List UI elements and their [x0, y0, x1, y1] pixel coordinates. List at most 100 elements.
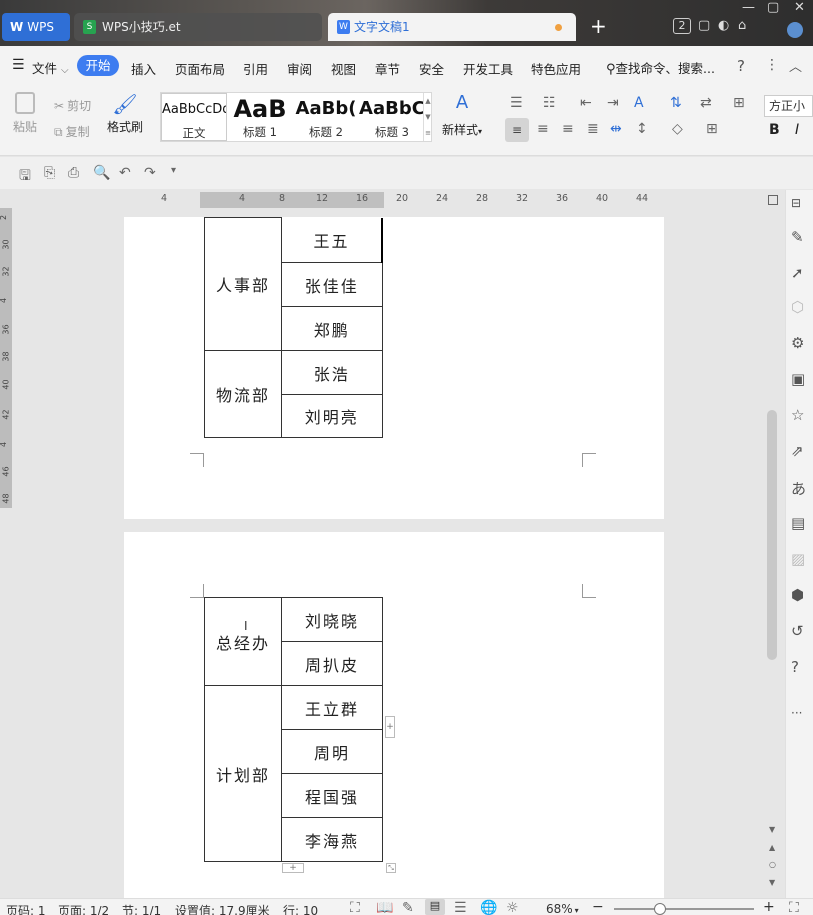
distribute-icon[interactable]: ⇹ [610, 121, 622, 137]
person-cell[interactable]: 郑鹏 [281, 306, 383, 351]
skin-icon[interactable]: ◐ [718, 18, 729, 33]
menu-developer[interactable]: 开发工具 [463, 59, 513, 78]
numbered-list-icon[interactable]: ☷ [543, 95, 556, 111]
dept-cell[interactable]: 物流部 [204, 350, 282, 438]
menu-insert[interactable]: 插入 [131, 59, 156, 78]
italic-button[interactable]: I [795, 122, 799, 138]
help-icon[interactable]: ? [737, 57, 745, 75]
person-cell[interactable]: 李海燕 [281, 817, 383, 862]
page1-org-table[interactable]: 人事部 王五 张佳佳 郑鹏 物流部 张浩 刘明亮 [204, 217, 383, 438]
dept-cell[interactable]: 人事部 [204, 217, 282, 351]
align-left-button[interactable]: ≡ [505, 118, 529, 142]
new-style-button[interactable]: A 新样式▾ [440, 92, 484, 142]
restore-button[interactable]: ▢ [767, 0, 779, 15]
menu-start[interactable]: 开始 [77, 55, 119, 76]
undo-icon[interactable]: ↶ [119, 165, 131, 181]
zoom-slider-thumb[interactable] [654, 903, 666, 915]
help-circle-icon[interactable]: ? [791, 658, 799, 676]
bold-button[interactable]: B [769, 122, 780, 138]
status-page-number[interactable]: 页码: 1 [6, 902, 46, 915]
redo-icon[interactable]: ↷ [144, 165, 156, 181]
minimize-button[interactable]: — [742, 0, 755, 15]
person-cell[interactable]: 程国强 [281, 773, 383, 818]
dept-cell[interactable]: 计划部 [204, 685, 282, 862]
zoom-slider-track[interactable] [614, 908, 754, 910]
print-preview-icon[interactable]: 🔍 [93, 165, 110, 181]
avatar[interactable] [787, 22, 803, 38]
page-2[interactable]: 总经办 刘晓晓 周扒皮 计划部 王立群 周明 程国强 李海燕 + + ⤡ I [124, 532, 664, 898]
decrease-indent-icon[interactable]: ⇤ [580, 95, 592, 111]
scroll-down-icon[interactable]: ▼ [769, 825, 775, 834]
justify-icon[interactable]: ≣ [587, 121, 599, 137]
pen-icon[interactable]: ✎ [791, 228, 804, 246]
menu-security[interactable]: 安全 [419, 59, 444, 78]
menu-file[interactable]: 文件 ⌵ [32, 58, 69, 77]
collapse-ribbon-icon[interactable]: ︿ [789, 56, 802, 75]
vertical-scrollbar-thumb[interactable] [767, 410, 777, 660]
menu-features[interactable]: 特色应用 [531, 59, 581, 78]
history-icon[interactable]: ↺ [791, 622, 804, 640]
paste-button[interactable]: 粘贴 [8, 92, 42, 142]
style-heading2[interactable]: AaBb( 标题 2 [293, 93, 359, 141]
table-icon[interactable]: ⊞ [733, 95, 745, 111]
shading-icon[interactable]: ◇ [672, 121, 683, 137]
customize-icon[interactable]: ▾ [171, 165, 176, 176]
picture-icon[interactable]: ▣ [791, 370, 805, 388]
menu-page-layout[interactable]: 页面布局 [175, 59, 225, 78]
status-line[interactable]: 行: 10 [283, 902, 318, 915]
text-direction-icon[interactable]: A [634, 95, 644, 111]
page2-org-table[interactable]: 总经办 刘晓晓 周扒皮 计划部 王立群 周明 程国强 李海燕 [204, 597, 383, 862]
status-setting[interactable]: 设置值: 17.9厘米 [175, 902, 270, 915]
eye-care-icon[interactable]: ☼ [506, 900, 519, 915]
format-painter-button[interactable]: 🖌 格式刷 [106, 92, 144, 142]
cut-button[interactable]: ✂ 剪切 [54, 97, 91, 114]
table-resize-handle[interactable]: ⤡ [386, 863, 396, 873]
pointer-icon[interactable]: ➚ [791, 264, 804, 282]
shapes-icon[interactable]: ⬡ [791, 298, 804, 316]
ruler-toggle-icon[interactable] [768, 195, 778, 205]
window-count-badge[interactable]: 2 [673, 18, 691, 34]
person-cell[interactable]: 刘明亮 [281, 394, 383, 438]
increase-indent-icon[interactable]: ⇥ [607, 95, 619, 111]
add-row-button[interactable]: + [282, 863, 304, 873]
more-sidebar-icon[interactable]: ··· [791, 706, 802, 720]
select-browse-icon[interactable]: ○ [769, 860, 776, 869]
person-cell[interactable]: 刘晓晓 [281, 597, 383, 642]
status-section[interactable]: 节: 1/1 [122, 902, 161, 915]
fullscreen-icon[interactable]: ⛶ [350, 900, 360, 915]
style-heading1[interactable]: AaB 标题 1 [227, 93, 293, 141]
align-center-icon[interactable]: ≡ [537, 121, 549, 137]
layout-icon[interactable]: ▢ [698, 18, 710, 33]
wps-home-tab[interactable]: W WPS [2, 13, 70, 41]
prev-page-icon[interactable]: ▲ [769, 843, 775, 852]
new-tab-button[interactable]: + [590, 14, 607, 38]
collapse-sidebar-icon[interactable]: ⊟ [791, 196, 801, 210]
menu-references[interactable]: 引用 [243, 59, 268, 78]
document-canvas[interactable]: 人事部 王五 张佳佳 郑鹏 物流部 张浩 刘明亮 总经办 刘晓晓 周扒皮 计划部… [20, 217, 763, 898]
zoom-in-button[interactable]: + [763, 899, 775, 915]
font-name-select[interactable]: 方正小 [764, 95, 813, 117]
next-page-icon[interactable]: ▼ [769, 878, 775, 887]
tab-spreadsheet[interactable]: S WPS小技巧.et [74, 13, 322, 41]
image-icon[interactable]: ▨ [791, 550, 805, 568]
shirt-icon[interactable]: ⌂ [738, 18, 746, 33]
border-icon[interactable]: ⊞ [706, 121, 718, 137]
star-icon[interactable]: ☆ [791, 406, 804, 424]
sort-icon[interactable]: ⇅ [670, 95, 682, 111]
style-heading3[interactable]: AaBbC 标题 3 [359, 93, 425, 141]
page-1[interactable]: 人事部 王五 张佳佳 郑鹏 物流部 张浩 刘明亮 [124, 217, 664, 519]
web-view-icon[interactable]: 🌐 [480, 900, 497, 915]
translate-icon[interactable]: あ [791, 478, 806, 499]
line-spacing-icon[interactable]: ↕ [636, 121, 648, 137]
menu-chapter[interactable]: 章节 [375, 59, 400, 78]
menu-review[interactable]: 审阅 [287, 59, 312, 78]
show-marks-icon[interactable]: ⇄ [700, 95, 712, 111]
export-icon[interactable]: ⎘ [44, 165, 55, 181]
person-cell[interactable]: 张佳佳 [281, 262, 383, 307]
dept-cell[interactable]: 总经办 [204, 597, 282, 686]
hamburger-icon[interactable]: ☰ [12, 57, 25, 73]
share-icon[interactable]: ⇗ [791, 442, 804, 460]
person-cell[interactable]: 王五 [281, 217, 383, 263]
status-pages[interactable]: 页面: 1/2 [58, 902, 109, 915]
print-icon[interactable]: ⎙ [68, 165, 79, 181]
